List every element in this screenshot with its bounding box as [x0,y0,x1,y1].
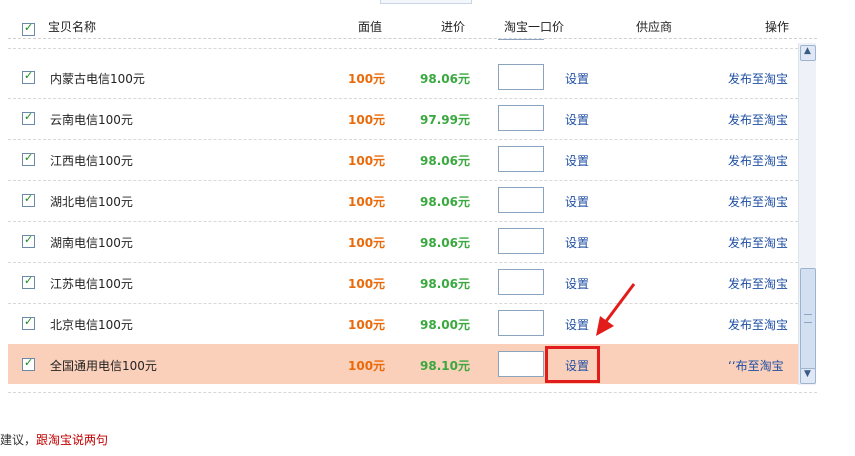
face-value: 100元 [348,195,386,209]
table-header: ✓ 宝贝名称 面值 进价 淘宝一口价 供应商 操作 [8,14,817,39]
price-input[interactable] [498,228,544,254]
table-row: ✓ 江苏电信100元 100元 98.06元 设置 发布至淘宝 [8,262,798,304]
checkmark-icon: ✓ [24,315,34,328]
price-input[interactable] [498,64,544,90]
publish-link[interactable]: 发布至淘宝 [728,111,788,128]
product-name: 北京电信100元 [50,318,133,332]
row-checkbox[interactable]: ✓ [22,233,35,248]
price-input[interactable] [498,187,544,213]
chevron-up-icon: ▲ [804,46,811,56]
price-input[interactable] [498,310,544,336]
checkmark-icon: ✓ [24,110,34,123]
checkmark-icon: ✓ [24,151,34,164]
checkmark-icon: ✓ [24,69,34,82]
table-row: ✓ 内蒙古电信100元 100元 98.06元 设置 发布至淘宝 [8,57,798,99]
face-value: 100元 [348,72,386,86]
face-value: 100元 [348,113,386,127]
cost-price: 98.06元 [420,236,470,250]
product-name: 江西电信100元 [50,154,133,168]
row-checkbox[interactable]: ✓ [22,192,35,207]
vertical-scrollbar[interactable]: ▲ ▼ [798,43,816,385]
set-link[interactable]: 设置 [565,275,589,292]
cost-price: 97.99元 [420,113,470,127]
column-header-name: 宝贝名称 [48,20,97,34]
publish-link[interactable]: 发布至淘宝 [728,152,788,169]
feedback-prefix: 建议， [0,433,37,447]
table-row: ✓ 云南电信100元 100元 97.99元 设置 发布至淘宝 [8,98,798,140]
scroll-down-button[interactable]: ▼ [800,368,816,384]
row-checkbox[interactable]: ✓ [22,315,35,330]
scroll-thumb[interactable] [800,268,816,370]
row-checkbox[interactable]: ✓ [22,151,35,166]
cost-price: 98.10元 [420,359,470,373]
row-checkbox[interactable]: ✓ [22,69,35,84]
publish-link[interactable]: ‘‘布至淘宝 [728,357,784,374]
face-value: 100元 [348,154,386,168]
row-checkbox[interactable]: ✓ [22,110,35,125]
table-row-selected: ✓ 全国通用电信100元 100元 98.10元 设置 ‘‘布至淘宝 [8,344,798,384]
checkmark-icon: ✓ [24,233,34,246]
annotation-highlight-box [545,346,600,383]
feedback-link[interactable]: 跟淘宝说两句 [36,433,108,447]
checkmark-icon: ✓ [24,21,34,34]
price-input[interactable] [498,351,544,377]
feedback-line: 建议，跟淘宝说两句 [0,431,108,448]
product-name: 内蒙古电信100元 [50,72,145,86]
column-header-price: 淘宝一口价 [504,20,565,34]
column-header-face: 面值 [358,20,383,34]
scroll-up-button[interactable]: ▲ [800,45,816,61]
annotation-arrow-icon [596,283,636,336]
publish-link[interactable]: 发布至淘宝 [728,70,788,87]
divider [8,392,817,393]
publish-link[interactable]: 发布至淘宝 [728,193,788,210]
set-link[interactable]: 设置 [565,152,589,169]
publish-link[interactable]: 发布至淘宝 [728,234,788,251]
table-row: ✓ 北京电信100元 100元 98.00元 设置 发布至淘宝 [8,303,798,345]
table-row: ✓ 湖北电信100元 100元 98.06元 设置 发布至淘宝 [8,180,798,222]
cost-price: 98.06元 [420,72,470,86]
cost-price: 98.06元 [420,154,470,168]
row-checkbox[interactable]: ✓ [22,356,35,371]
set-link[interactable]: 设置 [565,193,589,210]
set-link[interactable]: 设置 [565,111,589,128]
table-row: ✓ 江西电信100元 100元 98.06元 设置 发布至淘宝 [8,139,798,181]
set-link[interactable]: 设置 [565,70,589,87]
column-header-cost: 进价 [441,20,466,34]
checkmark-icon: ✓ [24,192,34,205]
price-input[interactable] [498,269,544,295]
product-list: ✓ 内蒙古电信100元 100元 98.06元 设置 发布至淘宝 ✓ 云南电信1… [8,39,798,384]
face-value: 100元 [348,359,386,373]
column-header-action: 操作 [765,20,790,34]
product-name: 全国通用电信100元 [50,359,157,373]
price-input[interactable] [498,39,544,40]
publish-link[interactable]: 发布至淘宝 [728,316,788,333]
cost-price: 98.06元 [420,195,470,209]
face-value: 100元 [348,236,386,250]
price-input[interactable] [498,146,544,172]
publish-link[interactable]: 发布至淘宝 [728,275,788,292]
chevron-down-icon: ▼ [804,369,811,379]
cost-price: 98.06元 [420,277,470,291]
face-value: 100元 [348,318,386,332]
grip-icon [804,314,812,323]
set-link[interactable]: 设置 [565,316,589,333]
product-name: 湖北电信100元 [50,195,133,209]
checkmark-icon: ✓ [24,274,34,287]
set-link[interactable]: 设置 [565,234,589,251]
checkmark-icon: ✓ [24,356,34,369]
product-name: 湖南电信100元 [50,236,133,250]
cost-price: 98.00元 [420,318,470,332]
row-checkbox[interactable]: ✓ [22,274,35,289]
table-row-partial [8,39,798,49]
column-header-supplier: 供应商 [636,20,673,34]
table-row: ✓ 湖南电信100元 100元 98.06元 设置 发布至淘宝 [8,221,798,263]
product-name: 云南电信100元 [50,113,133,127]
face-value: 100元 [348,277,386,291]
top-tab-edge [380,0,472,4]
price-input[interactable] [498,105,544,131]
select-all-checkbox[interactable]: ✓ [22,21,35,36]
product-name: 江苏电信100元 [50,277,133,291]
